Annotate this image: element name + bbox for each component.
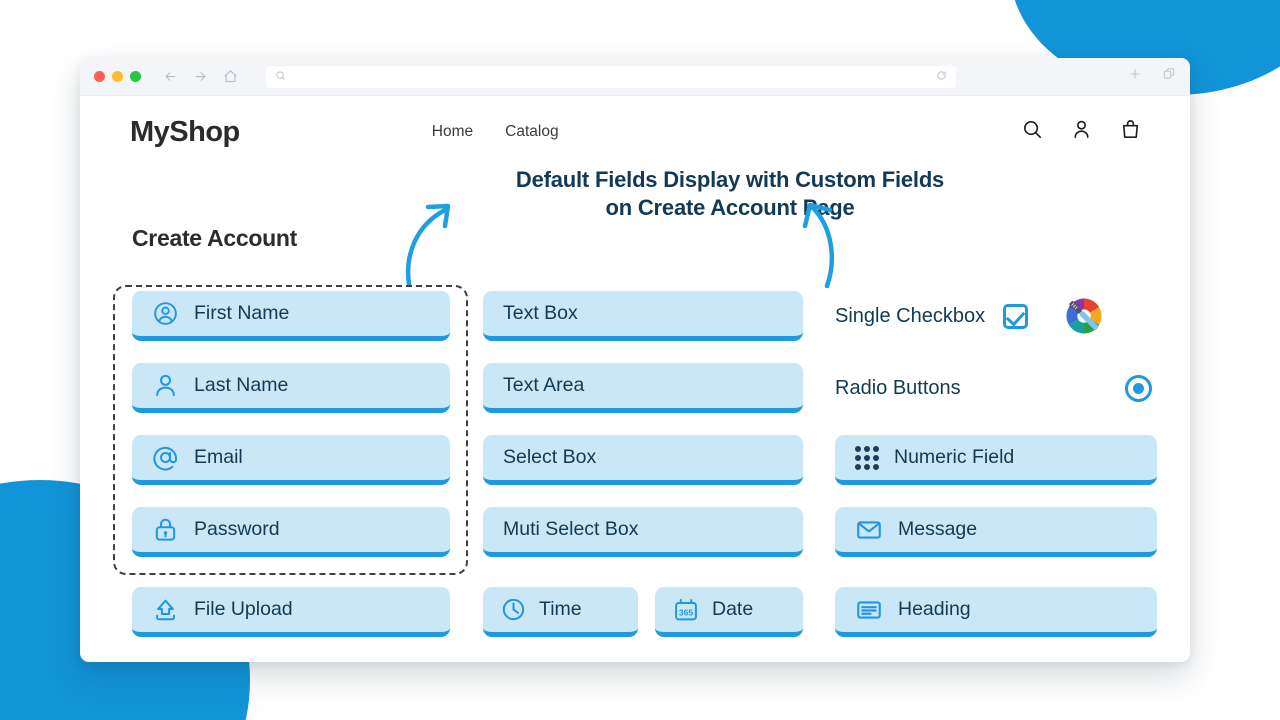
calendar-365-icon: 365 xyxy=(672,596,700,624)
field-email[interactable]: Email xyxy=(132,435,450,485)
svg-text:365: 365 xyxy=(679,607,693,617)
field-label: Email xyxy=(194,448,243,468)
radio-option-1[interactable] xyxy=(1125,375,1152,402)
field-label: First Name xyxy=(194,304,289,324)
field-label: Time xyxy=(539,600,582,620)
toggle-single-checkbox[interactable]: Single Checkbox xyxy=(835,291,1104,341)
at-sign-icon xyxy=(152,444,179,471)
toggle-label: Radio Buttons xyxy=(835,377,1035,400)
field-file-upload[interactable]: File Upload xyxy=(132,587,450,637)
lock-icon xyxy=(152,516,179,543)
toggle-label: Single Checkbox xyxy=(835,305,985,328)
color-picker-icon[interactable] xyxy=(1064,296,1104,336)
field-label: Text Area xyxy=(503,376,584,396)
upload-icon xyxy=(152,596,179,623)
field-label: Last Name xyxy=(194,376,288,396)
toggle-radio-buttons[interactable]: Radio Buttons xyxy=(835,363,1190,413)
field-text-box[interactable]: Text Box xyxy=(483,291,803,341)
field-label: Heading xyxy=(898,600,971,620)
field-first-name[interactable]: First Name xyxy=(132,291,450,341)
envelope-icon xyxy=(855,516,883,544)
form-fields-area: First Name Last Name Email Password xyxy=(80,58,1190,662)
field-select-box[interactable]: Select Box xyxy=(483,435,803,485)
single-checkbox[interactable] xyxy=(1003,304,1028,329)
field-heading[interactable]: Heading xyxy=(835,587,1157,637)
user-icon xyxy=(152,372,179,399)
field-time[interactable]: Time xyxy=(483,587,638,637)
browser-window: MyShop Home Catalog Default Fields Displ… xyxy=(80,58,1190,662)
field-label: File Upload xyxy=(194,600,293,620)
field-label: Message xyxy=(898,520,977,540)
user-circle-icon xyxy=(152,300,179,327)
field-label: Date xyxy=(712,600,753,620)
field-multi-select-box[interactable]: Muti Select Box xyxy=(483,507,803,557)
screenshot-root: MyShop Home Catalog Default Fields Displ… xyxy=(0,0,1280,720)
numeric-grid-icon xyxy=(855,446,879,470)
clock-icon xyxy=(500,596,527,623)
field-message[interactable]: Message xyxy=(835,507,1157,557)
field-label: Muti Select Box xyxy=(503,520,638,540)
field-text-area[interactable]: Text Area xyxy=(483,363,803,413)
field-numeric[interactable]: Numeric Field xyxy=(835,435,1157,485)
field-label: Text Box xyxy=(503,304,578,324)
field-label: Password xyxy=(194,520,280,540)
heading-lines-icon xyxy=(855,596,883,624)
field-date[interactable]: 365 Date xyxy=(655,587,803,637)
field-last-name[interactable]: Last Name xyxy=(132,363,450,413)
field-password[interactable]: Password xyxy=(132,507,450,557)
field-label: Numeric Field xyxy=(894,448,1014,468)
field-label: Select Box xyxy=(503,448,596,468)
